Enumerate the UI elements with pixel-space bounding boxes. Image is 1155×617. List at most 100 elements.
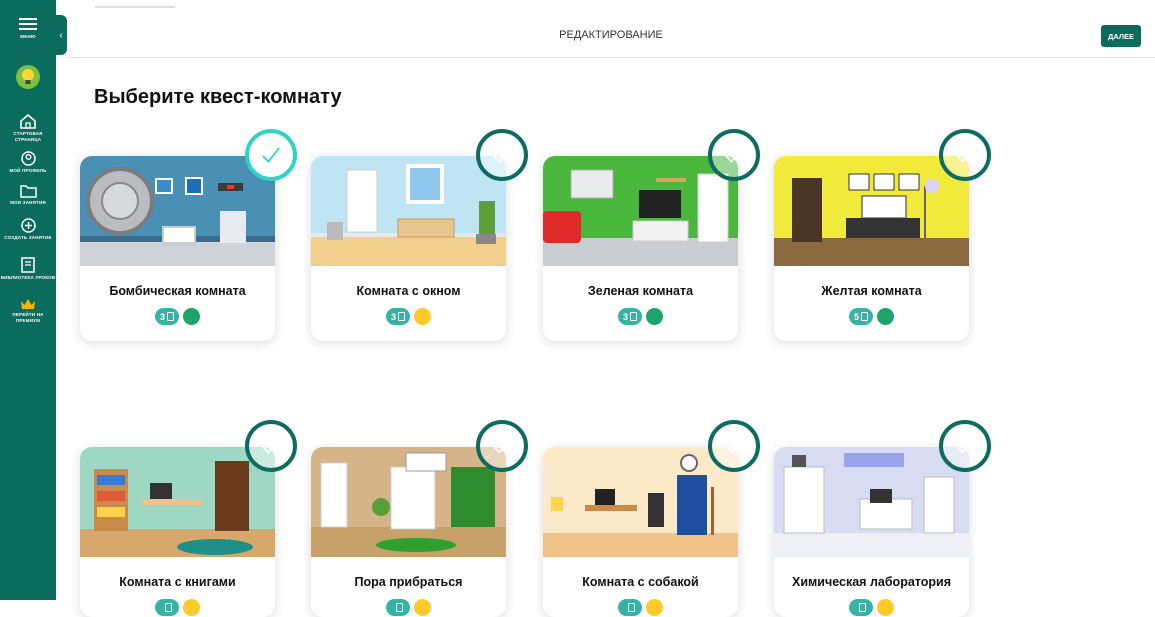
document-icon: [627, 603, 635, 612]
sidebar-item-label: МОЙ ПРОФИЛЬ: [9, 168, 47, 173]
select-check[interactable]: [476, 420, 528, 472]
room-name: Комната с книгами: [119, 575, 236, 589]
chevron-left-icon: ‹: [59, 29, 63, 41]
difficulty-dot: [877, 599, 894, 616]
document-icon: [167, 312, 174, 321]
hamburger-icon: [19, 18, 37, 30]
room-illustration: [543, 447, 738, 557]
lightbulb-logo-icon: [16, 65, 40, 89]
sidebar-item-label: ПЕРЕЙТИ НА ПРЕМИУМ: [12, 312, 44, 323]
task-count-badge: [618, 599, 642, 616]
home-icon: [20, 114, 36, 129]
checkmark-icon: [725, 147, 743, 163]
task-count-badge: [849, 599, 873, 616]
select-check[interactable]: [708, 420, 760, 472]
document-icon: [861, 312, 868, 321]
sidebar-collapse-button[interactable]: ‹: [55, 15, 67, 55]
room-badges: 3: [311, 308, 506, 325]
select-check[interactable]: [245, 129, 297, 181]
task-count-badge: 5: [849, 308, 873, 325]
document-icon: [858, 603, 866, 612]
sidebar-item-premium[interactable]: ПЕРЕЙТИ НА ПРЕМИУМ: [0, 298, 56, 323]
page-title: Выберите квест-комнату: [94, 86, 342, 108]
page-header-title: РЕДАКТИРОВАНИЕ: [559, 29, 663, 41]
task-count: 3: [159, 311, 165, 322]
room-card[interactable]: Зеленая комната 3: [543, 129, 760, 341]
room-name: Бомбическая комната: [109, 284, 246, 298]
room-illustration: [311, 156, 506, 266]
room-badges: [311, 599, 506, 616]
sidebar-item-label: БИБЛИОТЕКА УРОКОВ: [0, 275, 56, 280]
room-card[interactable]: Бомбическая комната 3: [80, 129, 297, 341]
document-icon: [398, 312, 405, 321]
select-check[interactable]: [939, 420, 991, 472]
sidebar-item-home[interactable]: СТАРТОВАЯ СТРАНИЦА: [0, 114, 56, 142]
room-card[interactable]: Комната с книгами: [80, 420, 297, 617]
document-icon: [395, 603, 403, 612]
select-check[interactable]: [708, 129, 760, 181]
select-check[interactable]: [939, 129, 991, 181]
room-name: Химическая лаборатория: [792, 575, 951, 589]
room-name: Комната с окном: [356, 284, 461, 298]
document-icon: [630, 312, 637, 321]
sidebar-item-label: СТАРТОВАЯ СТРАНИЦА: [13, 131, 43, 142]
task-count-badge: [386, 599, 410, 616]
sidebar-item-profile[interactable]: МОЙ ПРОФИЛЬ: [0, 151, 56, 174]
room-badges: [543, 599, 738, 616]
room-name: Комната с собакой: [582, 575, 699, 589]
header: РЕДАКТИРОВАНИЕ ДАЛЕЕ: [67, 14, 1155, 58]
sidebar-item-lessons[interactable]: МОИ ЗАНЯТИЯ: [0, 184, 56, 206]
room-badges: 3: [80, 308, 275, 325]
room-illustration: [543, 156, 738, 266]
room-name: Пора прибраться: [354, 575, 463, 589]
next-button[interactable]: ДАЛЕЕ: [1101, 25, 1141, 47]
crown-icon: [21, 299, 35, 309]
folder-icon: [19, 185, 37, 198]
room-name: Зеленая комната: [587, 284, 694, 298]
room-card[interactable]: Пора прибраться: [311, 420, 528, 617]
sidebar: МЕНЮ СТАРТОВАЯ СТРАНИЦА МОЙ ПРОФИЛЬ МОИ …: [0, 0, 56, 600]
room-illustration: [80, 156, 275, 266]
select-check[interactable]: [245, 420, 297, 472]
plus-icon: [20, 218, 36, 233]
profile-icon: [20, 151, 36, 166]
task-count-badge: 3: [618, 308, 642, 325]
sidebar-item-label: МОИ ЗАНЯТИЯ: [10, 200, 46, 205]
room-card[interactable]: Желтая комната 5: [774, 129, 991, 341]
room-badges: [80, 599, 275, 616]
checkmark-icon: [262, 438, 280, 454]
room-card[interactable]: Химическая лаборатория: [774, 420, 991, 617]
task-count: 3: [390, 311, 396, 322]
menu-label: МЕНЮ: [20, 34, 36, 39]
checkmark-icon: [262, 147, 280, 163]
checkmark-icon: [493, 147, 511, 163]
checkmark-icon: [956, 438, 974, 454]
difficulty-dot: [183, 599, 200, 616]
difficulty-dot: [414, 599, 431, 616]
difficulty-dot: [646, 308, 663, 325]
room-card[interactable]: Комната с окном 3: [311, 129, 528, 341]
checkmark-icon: [725, 438, 743, 454]
logo: [0, 64, 56, 90]
document-icon: [164, 603, 172, 612]
checkmark-icon: [956, 147, 974, 163]
task-count-badge: 3: [155, 308, 179, 325]
difficulty-dot: [183, 308, 200, 325]
room-illustration: [80, 447, 275, 557]
menu-button[interactable]: МЕНЮ: [0, 18, 56, 40]
room-card[interactable]: Комната с собакой: [543, 420, 760, 617]
room-name: Желтая комната: [821, 284, 922, 298]
room-badges: [774, 599, 969, 616]
sidebar-item-create[interactable]: СОЗДАТЬ ЗАНЯТИЕ: [0, 218, 56, 241]
sidebar-item-label: СОЗДАТЬ ЗАНЯТИЕ: [4, 235, 52, 240]
task-count: 5: [853, 311, 859, 322]
library-icon: [21, 257, 35, 273]
room-illustration: [311, 447, 506, 557]
checkmark-icon: [493, 438, 511, 454]
sidebar-item-library[interactable]: БИБЛИОТЕКА УРОКОВ: [0, 257, 56, 281]
task-count: 3: [622, 311, 628, 322]
room-badges: 5: [774, 308, 969, 325]
task-count-badge: 3: [386, 308, 410, 325]
top-divider: [95, 6, 175, 8]
select-check[interactable]: [476, 129, 528, 181]
